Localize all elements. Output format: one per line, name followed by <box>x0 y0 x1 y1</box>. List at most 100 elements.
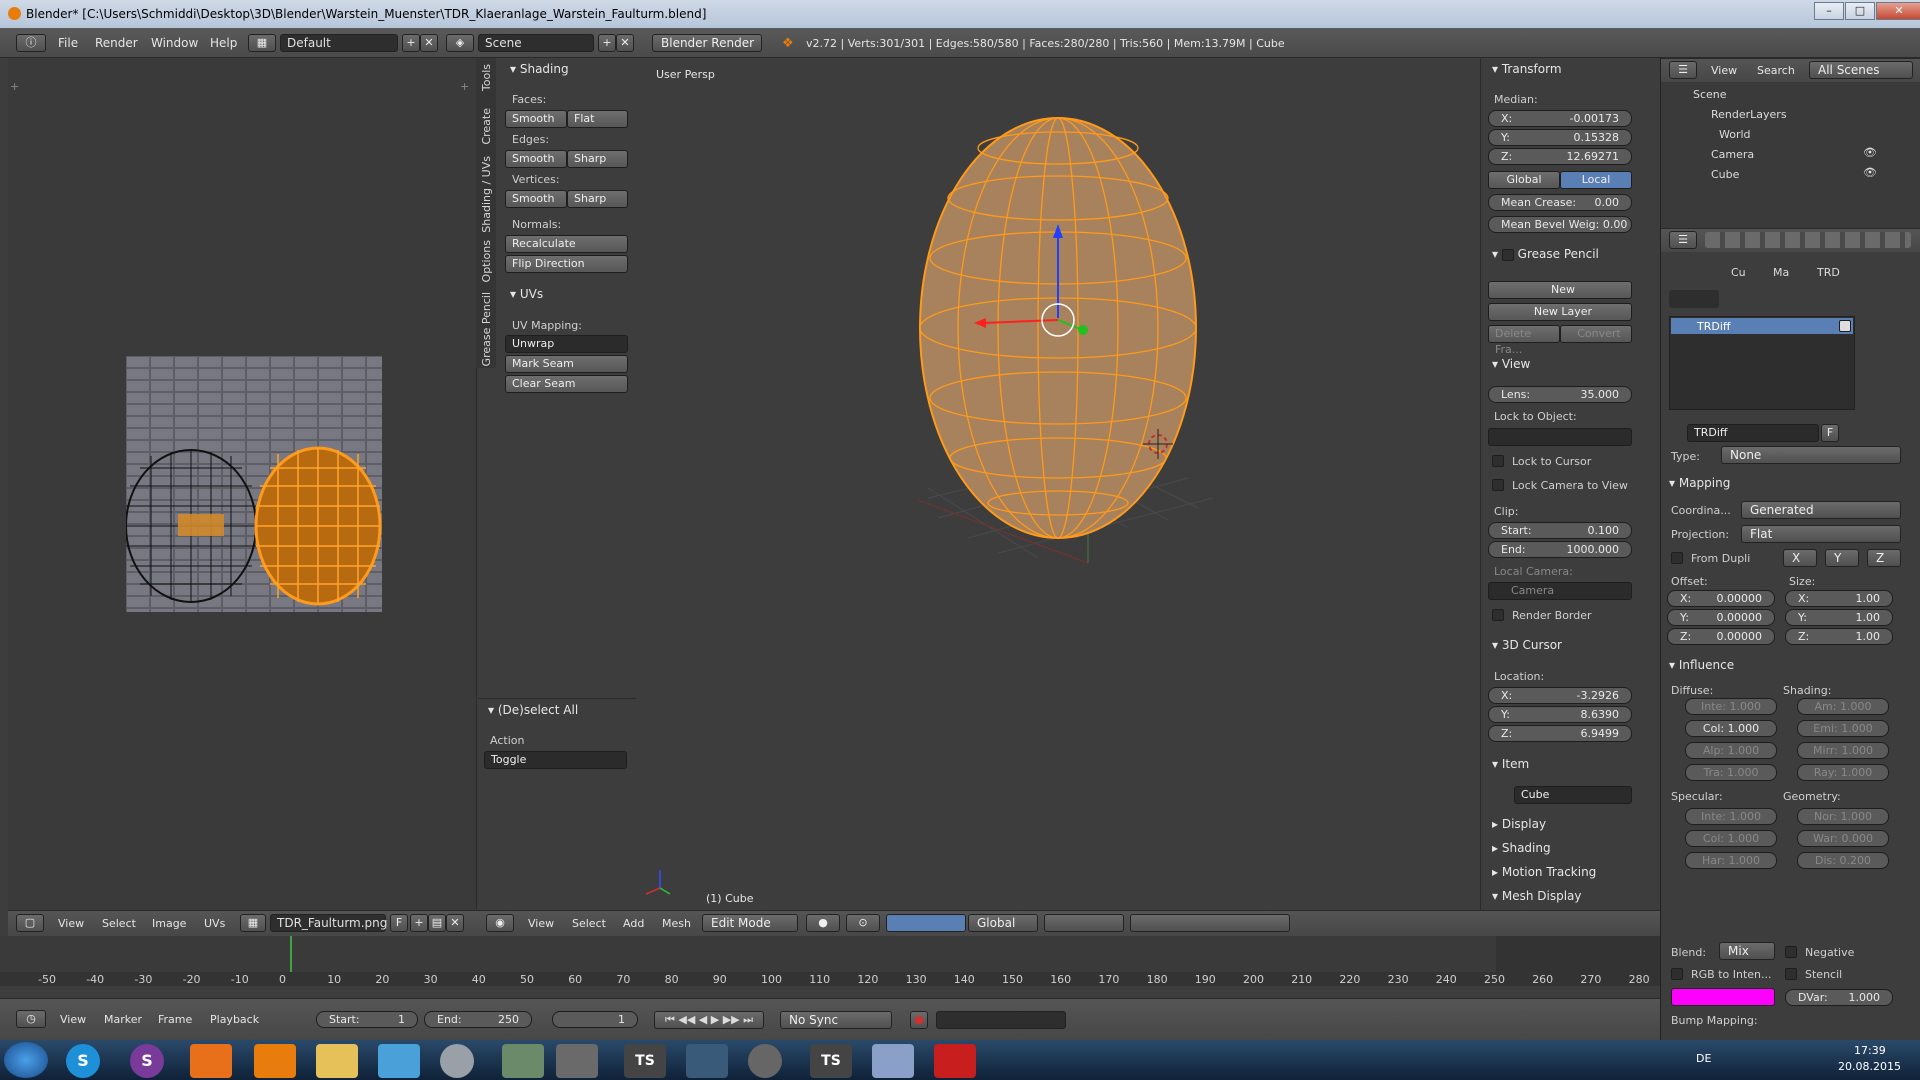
tab-tools[interactable]: Tools <box>480 64 493 91</box>
taskbar-paint-icon[interactable] <box>872 1044 914 1078</box>
taskbar-blender-active-icon[interactable] <box>686 1044 728 1078</box>
keying-set-field[interactable] <box>936 1011 1066 1029</box>
lock-object-field[interactable] <box>1488 428 1632 446</box>
timeline-marker-menu[interactable]: Marker <box>104 1013 142 1026</box>
median-y-field[interactable]: Y: 0.15328 <box>1488 129 1632 146</box>
timeline-playback-menu[interactable]: Playback <box>210 1013 259 1026</box>
scene-selector-icon[interactable]: ◈ <box>446 34 474 52</box>
playback-controls[interactable]: ⏮ ◀◀ ◀ ▶ ▶▶ ⏭ <box>654 1011 764 1029</box>
layout-selector-icon[interactable]: ▦ <box>248 34 276 52</box>
taskbar-network-icon[interactable] <box>378 1044 420 1078</box>
image-editor-type-icon[interactable]: ▢ <box>16 914 44 932</box>
3d-cursor-panel-header[interactable]: ▾ 3D Cursor <box>1492 638 1562 652</box>
mapping-panel-header[interactable]: ▾ Mapping <box>1669 476 1730 490</box>
size-z-field[interactable]: Z: 1.00 <box>1785 628 1893 645</box>
shading-panel-header[interactable]: ▾ Shading <box>510 62 569 76</box>
texture-type-tabs[interactable] <box>1669 290 1719 308</box>
influence-panel-header[interactable]: ▾ Influence <box>1669 658 1734 672</box>
vertices-smooth-button[interactable]: Smooth <box>505 190 567 208</box>
mesh-display-header[interactable]: ▾ Mesh Display <box>1492 889 1581 903</box>
mean-bevel-field[interactable]: Mean Bevel Weig: 0.00 <box>1488 216 1632 233</box>
diffuse-intensity-field[interactable]: Inte: 1.000 <box>1685 698 1777 715</box>
display-panel-header[interactable]: ▸ Display <box>1492 817 1546 831</box>
faces-smooth-button[interactable]: Smooth <box>505 110 567 128</box>
taskbar-acrobat-icon[interactable] <box>934 1044 976 1078</box>
normal-field[interactable]: Nor: 1.000 <box>1797 808 1889 825</box>
outliner-item-renderlayers[interactable]: RenderLayers <box>1711 108 1787 121</box>
cursor-z-field[interactable]: Z: 6.9499 <box>1488 725 1632 742</box>
cursor-y-field[interactable]: Y: 8.6390 <box>1488 706 1632 723</box>
unwrap-dropdown[interactable]: Unwrap <box>505 335 628 353</box>
taskbar-explorer-icon[interactable] <box>316 1044 358 1078</box>
language-indicator[interactable]: DE <box>1696 1052 1711 1065</box>
lock-to-cursor-checkbox[interactable] <box>1492 455 1504 467</box>
transform-panel-header[interactable]: ▾ Transform <box>1492 62 1562 76</box>
image-new-icon[interactable]: + <box>410 914 428 932</box>
taskbar-skype-icon[interactable]: S <box>66 1044 100 1078</box>
rgb-to-intensity-checkbox[interactable] <box>1671 968 1683 980</box>
image-select-menu[interactable]: Select <box>102 917 136 930</box>
outliner-item-camera[interactable]: Camera <box>1711 148 1754 161</box>
size-y-field[interactable]: Y: 1.00 <box>1785 609 1893 626</box>
taskbar-app-s-icon[interactable]: S <box>130 1044 164 1078</box>
convert-button[interactable]: Convert <box>1560 325 1632 343</box>
outliner-view-menu[interactable]: View <box>1711 64 1737 77</box>
image-image-menu[interactable]: Image <box>152 917 186 930</box>
layer-buttons[interactable] <box>1044 914 1124 932</box>
pivot-point-icon[interactable]: ⊙ <box>846 914 880 932</box>
outliner[interactable]: ☰ View Search All Scenes Scene RenderLay… <box>1660 58 1920 228</box>
grease-pencil-checkbox[interactable] <box>1501 248 1514 261</box>
timeline-editor-type-icon[interactable]: ◷ <box>16 1010 46 1028</box>
offset-y-field[interactable]: Y: 0.00000 <box>1667 609 1775 626</box>
axis-y-dropdown[interactable]: Y <box>1825 549 1859 567</box>
taskbar-teamspeak-2-icon[interactable]: TS <box>810 1044 852 1078</box>
remove-layout-icon[interactable]: ✕ <box>420 34 438 52</box>
render-engine-dropdown[interactable]: Blender Render <box>652 34 762 52</box>
layout-name-field[interactable]: Default <box>280 34 398 52</box>
timeline-frame-menu[interactable]: Frame <box>158 1013 192 1026</box>
viewport-add-menu[interactable]: Add <box>623 917 644 930</box>
timeline-track-area[interactable] <box>0 936 1660 972</box>
menu-render[interactable]: Render <box>95 36 138 50</box>
mean-crease-field[interactable]: Mean Crease: 0.00 <box>1488 194 1632 211</box>
outliner-item-scene[interactable]: Scene <box>1693 88 1727 101</box>
flip-direction-button[interactable]: Flip Direction <box>505 255 628 273</box>
view-panel-header[interactable]: ▾ View <box>1492 357 1530 371</box>
offset-z-field[interactable]: Z: 0.00000 <box>1667 628 1775 645</box>
action-dropdown[interactable]: Toggle <box>484 751 627 769</box>
global-toggle[interactable]: Global <box>1488 171 1560 189</box>
transform-orientation-dropdown[interactable]: Global <box>968 914 1038 932</box>
recalculate-normals-button[interactable]: Recalculate <box>505 235 628 253</box>
emit-field[interactable]: Emi: 1.000 <box>1797 720 1889 737</box>
dvar-field[interactable]: DVar: 1.000 <box>1785 989 1893 1006</box>
cursor-x-field[interactable]: X: -3.2926 <box>1488 687 1632 704</box>
lock-camera-checkbox[interactable] <box>1492 479 1504 491</box>
panel-plus-icon-right[interactable]: + <box>460 80 469 93</box>
tab-shading-uvs[interactable]: Shading / UVs <box>480 156 493 233</box>
breadcrumb-material[interactable]: Ma <box>1773 266 1789 279</box>
deselect-all-panel-header[interactable]: ▾ (De)select All <box>488 703 578 717</box>
item-panel-header[interactable]: ▾ Item <box>1492 757 1529 771</box>
end-frame-field[interactable]: End: 250 <box>424 1011 532 1028</box>
image-view-menu[interactable]: View <box>58 917 84 930</box>
editor-type-info-icon[interactable]: ⓘ <box>16 34 46 52</box>
clip-end-field[interactable]: End: 1000.000 <box>1488 541 1632 558</box>
size-x-field[interactable]: X: 1.00 <box>1785 590 1893 607</box>
mark-seam-button[interactable]: Mark Seam <box>505 355 628 373</box>
vertices-sharp-button[interactable]: Sharp <box>567 190 628 208</box>
image-fake-user-button[interactable]: F <box>390 914 408 932</box>
clock-date[interactable]: 20.08.2015 <box>1838 1060 1901 1073</box>
local-camera-field[interactable]: Camera <box>1488 582 1632 600</box>
edges-smooth-button[interactable]: Smooth <box>505 150 567 168</box>
tab-create[interactable]: Create <box>480 108 493 145</box>
motion-tracking-header[interactable]: ▸ Motion Tracking <box>1492 865 1596 879</box>
displace-field[interactable]: Dis: 0.200 <box>1797 852 1889 869</box>
render-border-checkbox[interactable] <box>1492 609 1504 621</box>
new-layer-button[interactable]: New Layer <box>1488 303 1632 321</box>
diffuse-color-field[interactable]: Col: 1.000 <box>1685 720 1777 737</box>
uv-texture-image[interactable] <box>126 356 382 612</box>
specular-intensity-field[interactable]: Inte: 1.000 <box>1685 808 1777 825</box>
tab-options[interactable]: Options <box>480 240 493 282</box>
axis-x-dropdown[interactable]: X <box>1783 549 1817 567</box>
current-frame-field[interactable]: 1 <box>552 1011 638 1028</box>
